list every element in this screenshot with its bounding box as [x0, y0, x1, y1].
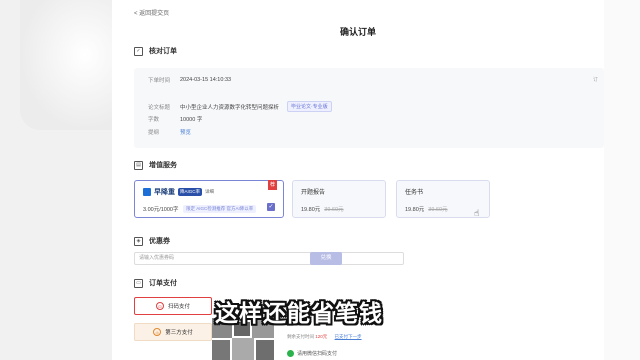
service-price: 3.00元/1000字 [143, 207, 179, 213]
redeem-button[interactable]: 兑换 [310, 252, 342, 265]
brand-icon [143, 188, 151, 196]
preview-link[interactable]: 预览 [180, 128, 191, 136]
order-title-row: 论文标题 中小型企业人力资源数字化转型问题探析 毕业论文·专业版 [148, 101, 332, 112]
order-time-value: 2024-03-15 14:10:33 [180, 77, 232, 83]
order-time-label: 下单时间 [148, 78, 171, 84]
service-price: 19.80元 [301, 207, 321, 213]
service-old-price: 39.60元 [428, 207, 448, 213]
mouse-pointer-icon: ☝ [474, 208, 480, 218]
payment-note: 剩余支付时间 120元 已支付下一步 [287, 334, 362, 340]
checkbox-checked-icon[interactable]: ✓ [267, 203, 275, 211]
section-coupon: ◈ 优惠券 [134, 236, 170, 246]
pay-option-label: 第三方支付 [165, 330, 193, 336]
third-party-pay-icon: ◎ [153, 328, 162, 336]
service-card-aigc[interactable]: 早降重 降AIGC率 详细 3.00元/1000字 限定 AIGC检测推荐 官方… [134, 180, 284, 218]
order-time-row: 下单时间 2024-03-15 14:10:33 [148, 76, 231, 84]
order-words-label: 字数 [148, 117, 160, 123]
order-preview-label: 提纲 [148, 130, 160, 136]
payment-note-prefix: 剩余支付时间 [287, 334, 314, 339]
paper-type-tag: 毕业论文·专业版 [287, 101, 332, 112]
coupon-icon: ◈ [134, 236, 143, 246]
qr-pay-icon: ⊡ [155, 302, 164, 310]
order-words-row: 字数 10000 字 [148, 115, 202, 123]
wechat-pay-hint: 请用微信扫码支付 [287, 350, 337, 357]
payment-unit: 元 [322, 334, 328, 339]
pay-option-label: 扫码支付 [167, 304, 190, 310]
back-link[interactable]: < 返回提交页 [134, 8, 169, 17]
section-coupon-label: 优惠券 [149, 238, 170, 245]
wechat-pay-label: 请用微信扫码支付 [297, 351, 338, 357]
coupon-input[interactable]: 请输入优惠券码 [134, 252, 404, 265]
payment-amount: 120 [315, 334, 323, 339]
service-promo: 限定 AIGC检测推荐 官方AI降以率 [183, 205, 257, 213]
checklist-icon: ✓ [134, 46, 143, 56]
service-price-row: 19.80元 39.60元 [405, 205, 448, 213]
detail-link[interactable]: 详细 [205, 189, 214, 195]
page-title: 确认订单 [339, 27, 376, 37]
service-price: 19.80元 [405, 207, 425, 213]
service-name: 早降重 [154, 189, 175, 196]
pay-option-qr[interactable]: ⊡ 扫码支付 [134, 297, 212, 315]
order-summary: 下单时间 2024-03-15 14:10:33 论文标题 中小型企业人力资源数… [134, 68, 604, 148]
order-words-value: 10000 字 [180, 117, 203, 123]
order-preview-row: 提纲 预览 [148, 128, 191, 136]
service-name: 任务书 [405, 190, 424, 196]
blurred-shape [20, 0, 112, 130]
service-icon: ▤ [134, 160, 143, 170]
section-value-added: ▤ 增值服务 [134, 160, 177, 170]
section-verify-label: 核对订单 [149, 48, 177, 55]
payment-icon: ▭ [134, 278, 143, 288]
service-old-price: 39.60元 [324, 207, 344, 213]
recommend-ribbon: 荐 [268, 180, 277, 190]
service-name: 开题报告 [301, 190, 326, 196]
section-payment-label: 订单支付 [149, 280, 177, 287]
pay-option-third-party[interactable]: ◎ 第三方支付 [134, 323, 212, 341]
paid-next-link[interactable]: 已支付下一步 [335, 334, 362, 339]
aigc-badge: 降AIGC率 [178, 188, 203, 196]
left-background [0, 0, 112, 360]
order-title-value: 中小型企业人力资源数字化转型问题探析 [180, 104, 280, 111]
section-payment: ▭ 订单支付 [134, 278, 177, 288]
order-edge-text: 订 [592, 77, 598, 83]
service-card-proposal[interactable]: 开题报告 19.80元 39.60元 [292, 180, 386, 218]
wechat-icon [287, 350, 294, 357]
right-background [604, 0, 640, 360]
aigc-logo: 早降重 降AIGC率 详细 [143, 187, 214, 197]
order-title-label: 论文标题 [148, 104, 171, 111]
video-subtitle: 这样还能省笔钱 [215, 301, 383, 327]
service-price-row: 19.80元 39.60元 [301, 205, 344, 213]
section-verify: ✓ 核对订单 [134, 46, 177, 56]
section-value-added-label: 增值服务 [149, 162, 177, 169]
